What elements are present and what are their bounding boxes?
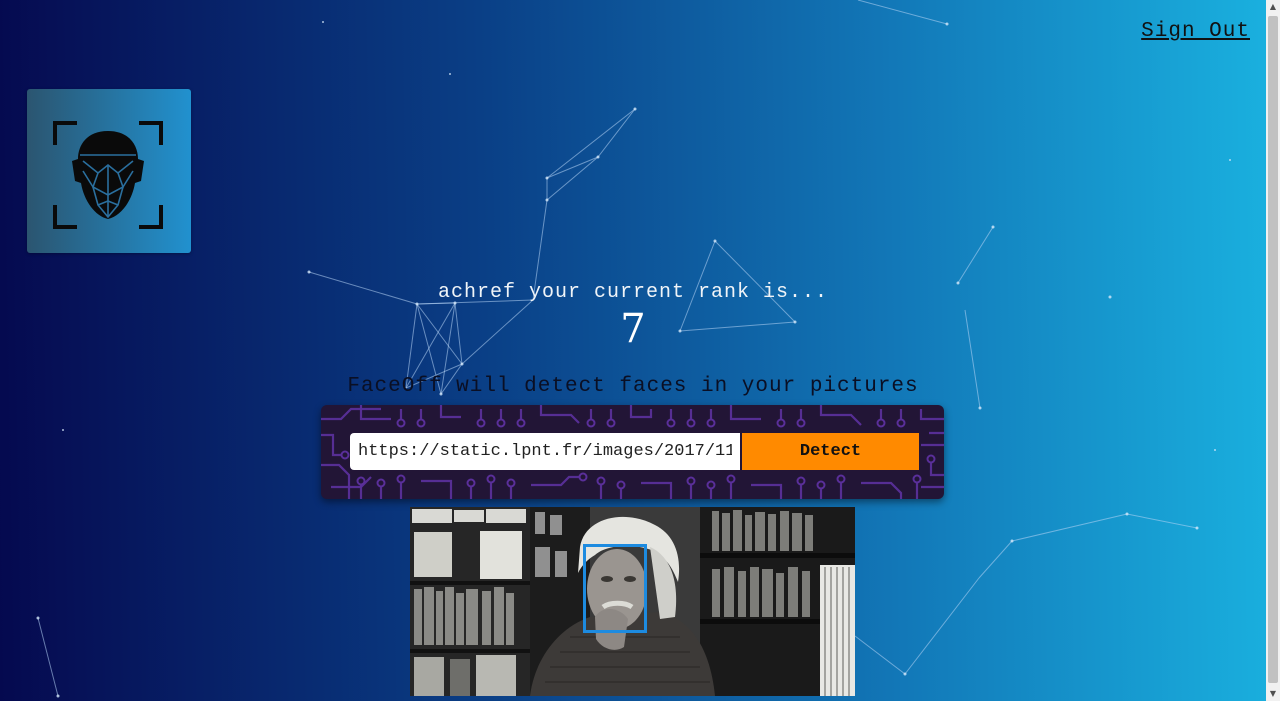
detect-button[interactable]: Detect	[742, 433, 919, 470]
face-recognition-icon	[53, 121, 163, 229]
detect-form-panel: Detect	[321, 405, 944, 499]
sign-out-link[interactable]: Sign Out	[1141, 20, 1250, 43]
result-photo	[410, 507, 855, 696]
vertical-scrollbar[interactable]: ▲ ▼	[1266, 0, 1280, 701]
face-detection-box	[583, 544, 647, 633]
scroll-up-arrow-icon[interactable]: ▲	[1266, 0, 1280, 14]
rank-message: achref your current rank is...	[437, 281, 829, 304]
scrollbar-thumb[interactable]	[1268, 16, 1278, 683]
scroll-down-arrow-icon[interactable]: ▼	[1266, 687, 1280, 701]
rank-value: 7	[620, 306, 646, 352]
app-logo	[27, 89, 191, 253]
detector-subtitle: FaceOff will detect faces in your pictur…	[347, 375, 919, 398]
image-url-input[interactable]	[350, 433, 740, 470]
